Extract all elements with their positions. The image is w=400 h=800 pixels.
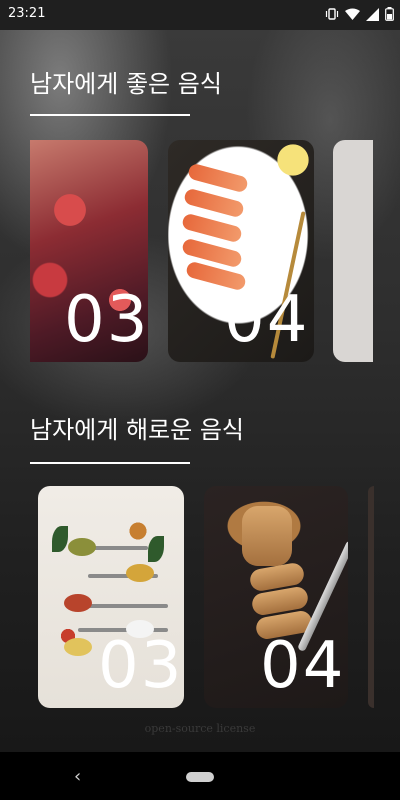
section-title-bad-food: 남자에게 해로운 음식 (30, 416, 244, 444)
card-number: 04 (224, 283, 310, 357)
vibrate-icon (325, 7, 339, 21)
food-card-shrimp[interactable]: 04 (168, 140, 314, 362)
food-card-next[interactable] (333, 140, 373, 362)
spoon-bowl (64, 638, 92, 656)
card-number: 03 (98, 629, 184, 703)
section-title-good-food: 남자에게 좋은 음식 (30, 70, 222, 98)
card-number: 04 (260, 629, 346, 703)
status-icons (325, 7, 394, 21)
food-card-octopus[interactable]: 03 (30, 140, 148, 362)
signal-icon (366, 7, 379, 21)
food-card-spices[interactable]: 03 (38, 486, 184, 708)
status-time: 23:21 (8, 6, 46, 21)
home-pill-icon[interactable] (186, 772, 214, 782)
spoon-bowl (64, 594, 92, 612)
card-number: 03 (64, 283, 148, 357)
open-source-license-link[interactable]: open-source license (0, 722, 400, 735)
bread-shape (242, 506, 292, 566)
battery-icon (385, 7, 394, 21)
food-card-bread[interactable]: 04 (204, 486, 348, 708)
spoon-bowl (68, 538, 96, 556)
leaf-shape (52, 526, 68, 552)
shrimp-shape (186, 162, 250, 194)
food-card-next[interactable] (368, 486, 374, 708)
section-underline (30, 114, 190, 116)
status-bar: 23:21 (0, 0, 400, 30)
navigation-bar: ‹ (0, 752, 400, 800)
section-underline (30, 462, 190, 464)
wifi-icon (345, 8, 360, 21)
back-icon[interactable]: ‹ (74, 766, 81, 787)
spoon-bowl (126, 564, 154, 582)
leaf-shape (148, 536, 164, 562)
